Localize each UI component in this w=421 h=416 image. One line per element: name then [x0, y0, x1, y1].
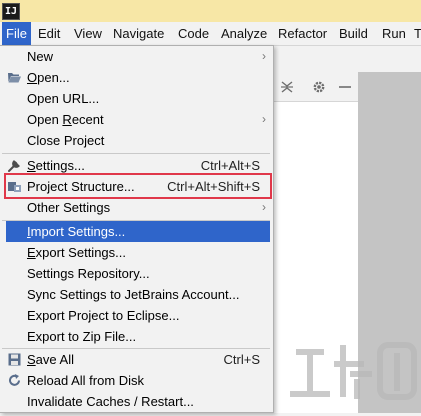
menu-item-label: Open...	[27, 70, 70, 85]
menu-separator	[2, 153, 270, 154]
title-bar: IJ	[0, 0, 421, 22]
menu-item-label: New	[27, 49, 54, 64]
menu-item-label: Open Recent	[27, 112, 104, 127]
menu-item-label: Settings Repository...	[27, 266, 150, 281]
menu-item-other-settings[interactable]: Other Settings ›	[0, 197, 272, 218]
menu-item-label: Close Project	[27, 133, 105, 148]
reload-icon	[7, 373, 22, 388]
menu-edit[interactable]: Edit	[34, 22, 64, 45]
submenu-arrow-icon: ›	[262, 49, 266, 63]
menu-item-reload[interactable]: Reload All from Disk	[0, 370, 272, 391]
save-icon	[7, 352, 22, 367]
menu-item-close-project[interactable]: Close Project	[0, 130, 272, 151]
intellij-logo-icon: IJ	[2, 3, 20, 20]
submenu-arrow-icon: ›	[262, 200, 266, 214]
menu-build[interactable]: Build	[335, 22, 372, 45]
menu-item-save-all[interactable]: Save All Ctrl+S	[0, 349, 272, 370]
menu-item-label: Import Settings...	[27, 224, 126, 239]
menu-analyze[interactable]: Analyze	[217, 22, 271, 45]
menu-item-open-url[interactable]: Open URL...	[0, 88, 272, 109]
menu-code-label: Code	[178, 26, 210, 41]
menu-item-export-settings[interactable]: Export Settings...	[0, 242, 272, 263]
menu-refactor[interactable]: Refactor	[274, 22, 331, 45]
menu-navigate[interactable]: Navigate	[109, 22, 168, 45]
menu-item-invalidate-caches[interactable]: Invalidate Caches / Restart...	[0, 391, 272, 412]
folder-open-icon	[7, 70, 22, 85]
menu-item-project-structure[interactable]: Project Structure... Ctrl+Alt+Shift+S	[0, 176, 272, 197]
gear-icon[interactable]	[310, 78, 328, 96]
minimize-icon[interactable]	[336, 78, 354, 96]
collapse-icon[interactable]	[278, 78, 296, 96]
menu-tools-label: T	[414, 26, 421, 41]
menu-item-shortcut: Ctrl+Alt+S	[200, 158, 260, 173]
menu-file-label: File	[6, 26, 27, 41]
menu-item-label: Other Settings	[27, 200, 111, 215]
project-structure-icon	[7, 179, 22, 194]
menu-item-label: Save All	[27, 352, 74, 367]
menu-view-label: View	[74, 26, 102, 41]
menu-item-label: Open URL...	[27, 91, 100, 106]
wrench-icon	[7, 158, 22, 173]
menu-item-label: Export Settings...	[27, 245, 126, 260]
menu-item-shortcut: Ctrl+S	[223, 352, 260, 367]
menu-item-settings[interactable]: Settings... Ctrl+Alt+S	[0, 155, 272, 176]
menu-file[interactable]: File	[2, 22, 31, 45]
menu-item-new[interactable]: New ›	[0, 46, 272, 67]
menu-item-export-eclipse[interactable]: Export Project to Eclipse...	[0, 305, 272, 326]
menu-run-label: Run	[382, 26, 406, 41]
menu-refactor-label: Refactor	[278, 26, 328, 41]
watermark-logo	[276, 335, 421, 413]
menu-edit-label: Edit	[38, 26, 61, 41]
file-menu-dropdown: New › Open... Open URL... Open Recent › …	[0, 45, 274, 413]
menu-tools[interactable]: T	[410, 22, 421, 45]
menu-bar: File Edit View Navigate Code Analyze Ref…	[0, 22, 421, 46]
menu-item-label: Export Project to Eclipse...	[27, 308, 180, 323]
menu-analyze-label: Analyze	[221, 26, 268, 41]
menu-item-export-zip[interactable]: Export to Zip File...	[0, 326, 272, 347]
menu-item-shortcut: Ctrl+Alt+Shift+S	[167, 179, 260, 194]
menu-item-label: Settings...	[27, 158, 85, 173]
menu-navigate-label: Navigate	[113, 26, 165, 41]
menu-item-open-recent[interactable]: Open Recent ›	[0, 109, 272, 130]
menu-build-label: Build	[339, 26, 368, 41]
menu-item-label: Project Structure...	[27, 179, 135, 194]
submenu-arrow-icon: ›	[262, 112, 266, 126]
menu-code[interactable]: Code	[174, 22, 213, 45]
menu-item-open[interactable]: Open...	[0, 67, 272, 88]
menu-item-settings-repository[interactable]: Settings Repository...	[0, 263, 272, 284]
menu-item-sync-settings[interactable]: Sync Settings to JetBrains Account...	[0, 284, 272, 305]
menu-item-label: Sync Settings to JetBrains Account...	[27, 287, 240, 302]
menu-item-import-settings[interactable]: Import Settings...	[6, 221, 270, 242]
menu-item-label: Invalidate Caches / Restart...	[27, 394, 194, 409]
menu-run[interactable]: Run	[378, 22, 410, 45]
menu-view[interactable]: View	[70, 22, 106, 45]
menu-item-label: Reload All from Disk	[27, 373, 145, 388]
menu-item-label: Export to Zip File...	[27, 329, 137, 344]
